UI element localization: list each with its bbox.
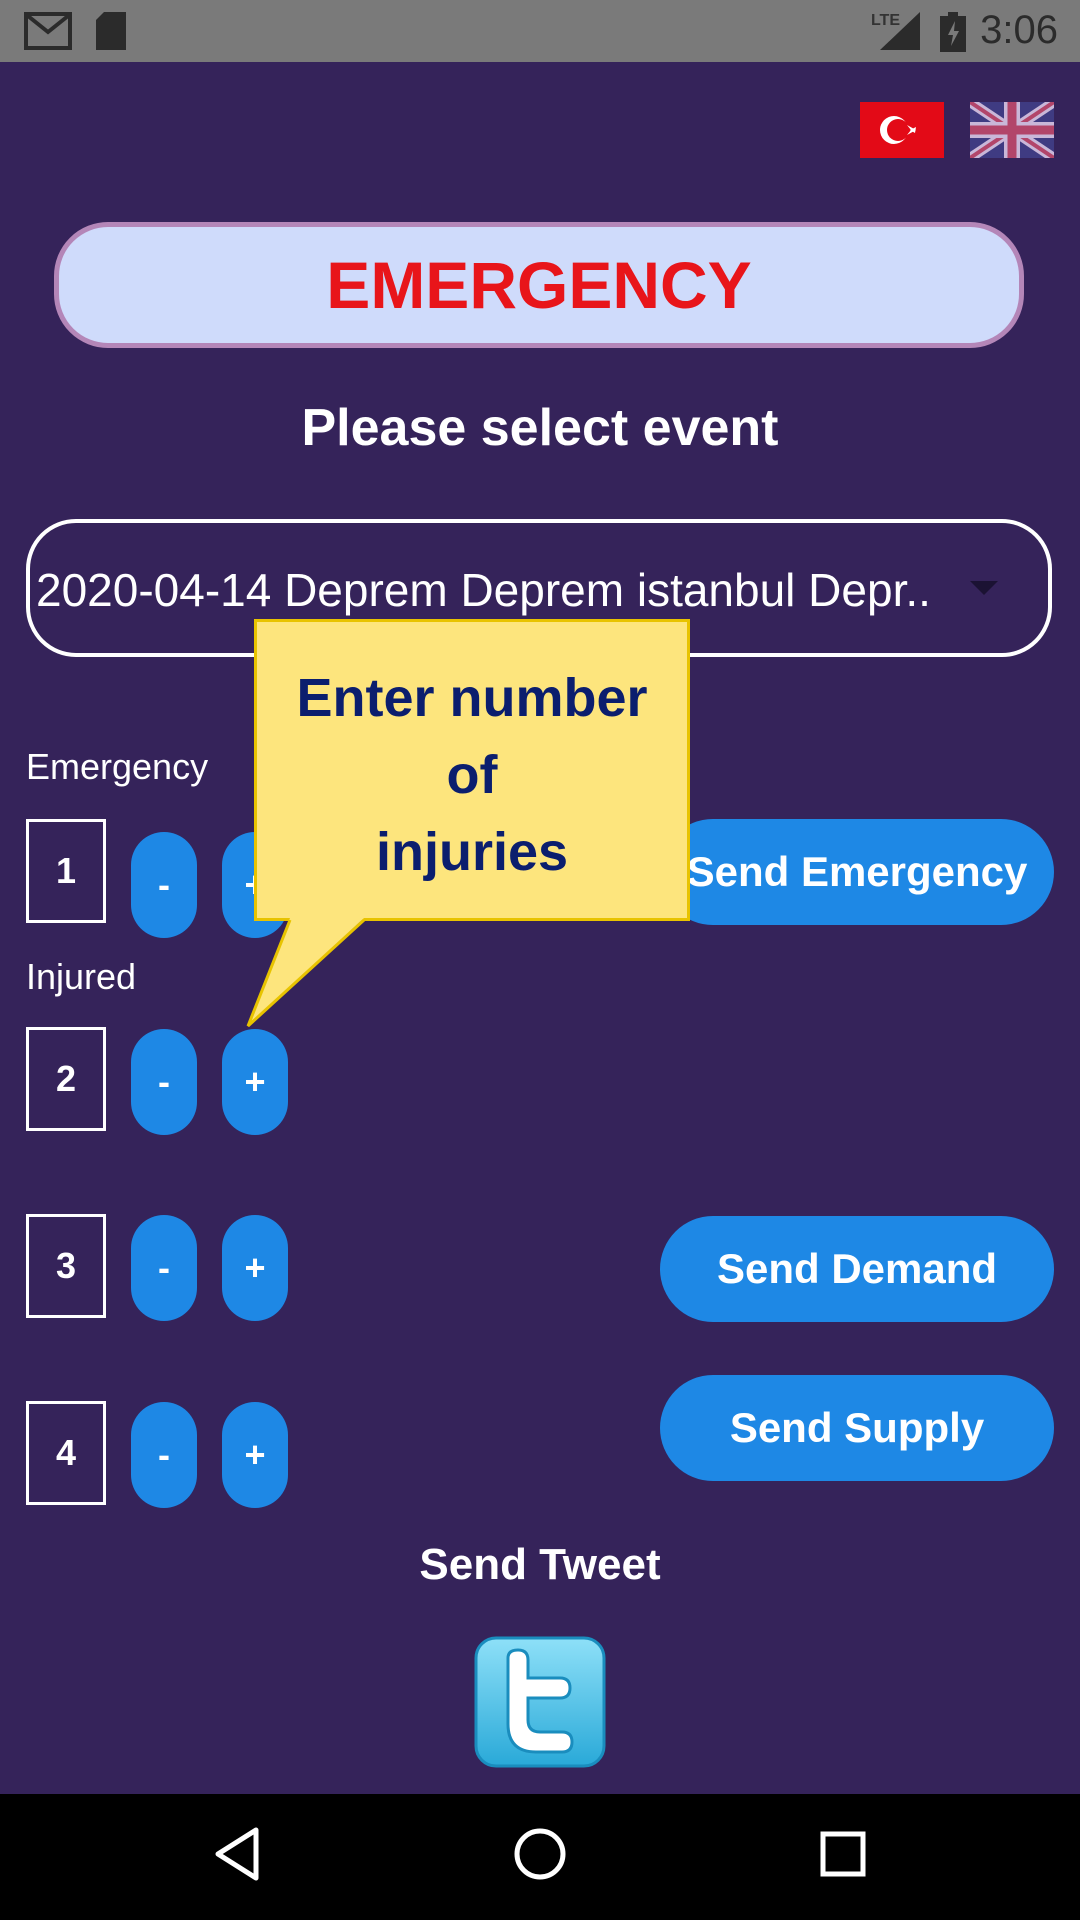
emergency-minus-button[interactable]: - (131, 832, 197, 938)
demand-count: 3 (26, 1214, 106, 1318)
recents-icon[interactable] (818, 1824, 868, 1884)
gmail-icon (24, 12, 72, 50)
send-tweet-label: Send Tweet (419, 1540, 661, 1589)
home-icon[interactable] (510, 1824, 570, 1884)
twitter-icon[interactable] (474, 1636, 606, 1768)
select-event-heading: Please select event (301, 399, 779, 457)
injured-minus-button[interactable]: - (131, 1029, 197, 1135)
event-select-value: 2020-04-14 Deprem Deprem istanbul Depr.. (36, 564, 931, 616)
tooltip-pointer (246, 918, 366, 1028)
tooltip-line-3: injuries (375, 822, 569, 882)
turkish-flag-icon[interactable] (860, 102, 944, 158)
chevron-down-icon[interactable] (970, 581, 998, 595)
signal-icon (880, 12, 920, 50)
clock: 3:06 (980, 8, 1058, 52)
tooltip-line-2: of (446, 745, 498, 805)
emergency-title-box: EMERGENCY (54, 222, 1024, 348)
supply-plus-button[interactable]: + (222, 1402, 288, 1508)
system-nav-bar (0, 1794, 1080, 1920)
uk-flag-icon[interactable] (970, 102, 1054, 158)
demand-minus-button[interactable]: - (131, 1215, 197, 1321)
status-bar: LTE 3:06 (0, 0, 1080, 62)
injured-plus-button[interactable]: + (222, 1029, 288, 1135)
supply-count: 4 (26, 1401, 106, 1505)
injured-count: 2 (26, 1027, 106, 1131)
send-supply-button[interactable]: Send Supply (660, 1375, 1054, 1481)
emergency-label: Emergency (26, 746, 209, 787)
demand-plus-button[interactable]: + (222, 1215, 288, 1321)
emergency-count: 1 (26, 819, 106, 923)
injuries-tooltip: Enter number of injuries (254, 619, 690, 921)
injured-label: Injured (26, 956, 137, 997)
send-demand-button[interactable]: Send Demand (660, 1216, 1054, 1322)
send-emergency-button[interactable]: Send Emergency (660, 819, 1054, 925)
battery-icon (940, 12, 966, 52)
tooltip-line-1: Enter number (296, 668, 648, 728)
page-title: EMERGENCY (326, 248, 752, 322)
sd-card-icon (96, 12, 126, 50)
back-icon[interactable] (212, 1824, 262, 1884)
supply-minus-button[interactable]: - (131, 1402, 197, 1508)
